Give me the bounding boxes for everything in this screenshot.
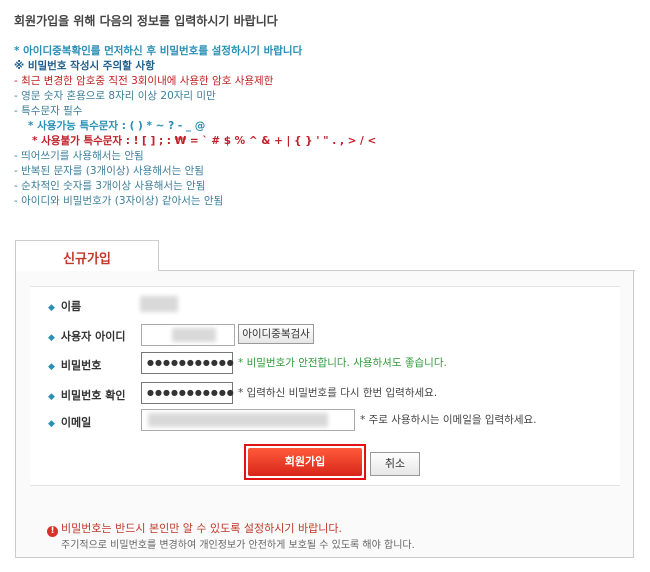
bullet-icon: ◆ <box>48 333 55 343</box>
duplicate-check-button[interactable]: 아이디중복검사 <box>238 324 314 344</box>
email-label: ◆ 이메일 <box>48 416 92 429</box>
name-value-redacted <box>140 296 178 312</box>
password-confirm-label: ◆ 비밀번호 확인 <box>48 389 126 402</box>
password-confirm-hint: * 입력하신 비밀번호를 다시 한번 입력하세요. <box>238 387 438 399</box>
rule-recent-passwords: - 최근 변경한 암호중 직전 3회이내에 사용한 암호 사용제한 <box>14 75 274 87</box>
userid-label: ◆ 사용자 아이디 <box>48 330 126 343</box>
bullet-icon: ◆ <box>48 392 55 402</box>
join-button[interactable]: 회원가입 <box>248 448 362 476</box>
rule-no-spaces: - 띄어쓰기를 사용해서는 안됨 <box>14 150 144 162</box>
email-input[interactable] <box>141 409 355 431</box>
rule-dup-check-first: * 아이디중복확인를 먼저하신 후 비밀번호를 설정하시기 바랍니다 <box>14 45 303 57</box>
intro-text: 회원가입을 위해 다음의 정보를 입력하시기 바랍니다 <box>14 14 278 28</box>
email-hint: * 주로 사용하시는 이메일을 입력하세요. <box>360 414 537 426</box>
rule-header: ※ 비밀번호 작성시 주의할 사항 <box>14 60 155 72</box>
rule-disallowed-specials: * 사용불가 특수문자 : ! [ ] ; : ₩ = ` # $ % ^ & … <box>32 135 377 147</box>
password-rules: * 아이디중복확인를 먼저하신 후 비밀번호를 설정하시기 바랍니다 ※ 비밀번… <box>14 44 376 209</box>
bullet-icon: ◆ <box>48 362 55 372</box>
userid-input[interactable] <box>141 324 235 346</box>
password-label: ◆ 비밀번호 <box>48 359 102 372</box>
notice-line-2: 주기적으로 비밀번호를 변경하여 개인정보가 안전하게 보호될 수 있도록 해야… <box>61 540 415 551</box>
notice-line-1: ! 비밀번호는 반드시 본인만 알 수 있도록 설정하시기 바랍니다. <box>47 520 342 537</box>
tab-new-signup[interactable]: 신규가입 <box>15 240 159 271</box>
rule-not-like-id: - 아이디와 비밀번호가 (3자이상) 같아서는 안됨 <box>14 195 224 207</box>
rule-allowed-specials: * 사용가능 특수문자 : ( ) * ~ ? - _ @ <box>28 120 206 132</box>
rule-length: - 영문 숫자 혼용으로 8자리 이상 20자리 미만 <box>14 90 216 102</box>
warning-icon: ! <box>47 526 58 537</box>
name-label: ◆ 이름 <box>48 300 82 313</box>
rule-no-repeats: - 반복된 문자를 (3개이상) 사용해서는 안됨 <box>14 165 204 177</box>
join-button-highlight: 회원가입 <box>244 444 366 480</box>
tab-label: 신규가입 <box>63 252 111 267</box>
userid-value-redacted <box>172 328 216 342</box>
password-hint: * 비밀번호가 안전합니다. 사용하셔도 좋습니다. <box>238 357 447 369</box>
email-value-redacted <box>148 413 328 427</box>
cancel-button[interactable]: 취소 <box>370 452 420 476</box>
password-confirm-input[interactable]: ●●●●●●●●●●● <box>141 382 234 404</box>
tab-divider <box>157 270 635 271</box>
rule-special-required: - 특수문자 필수 <box>14 105 83 117</box>
bullet-icon: ◆ <box>48 419 55 429</box>
bullet-icon: ◆ <box>48 303 55 313</box>
rule-no-sequences: - 순차적인 숫자를 3개이상 사용해서는 안됨 <box>14 180 206 192</box>
password-input[interactable]: ●●●●●●●●●●● <box>141 352 234 374</box>
